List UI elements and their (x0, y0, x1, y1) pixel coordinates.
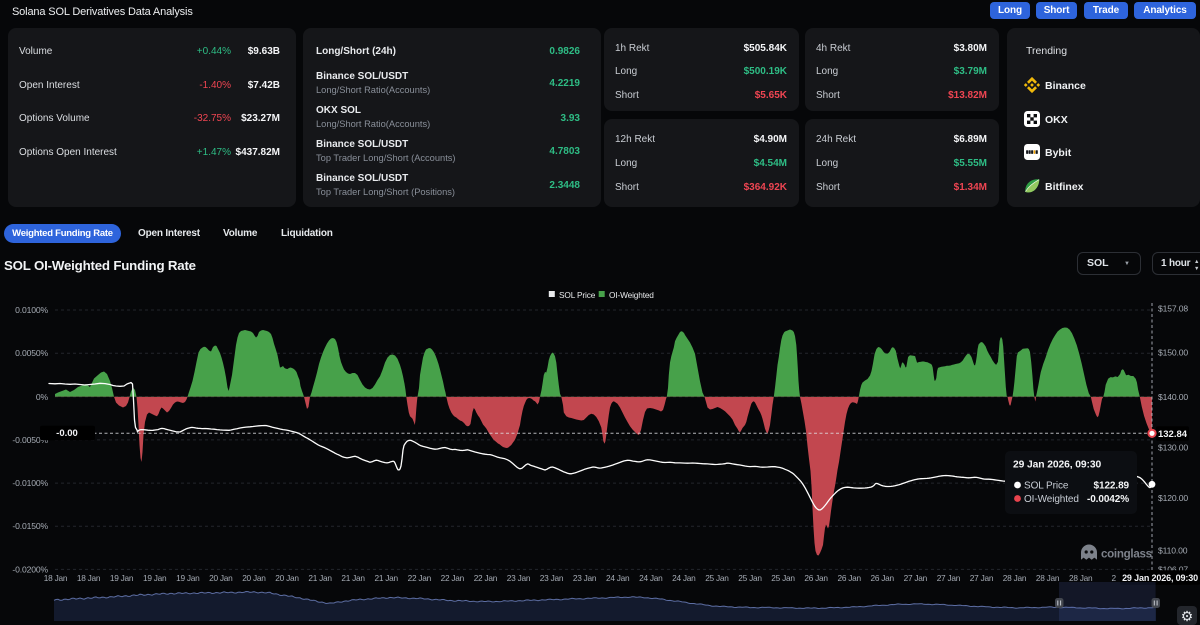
svg-text:22 Jan: 22 Jan (441, 573, 465, 583)
svg-text:18 Jan: 18 Jan (77, 573, 101, 583)
svg-text:19 Jan: 19 Jan (176, 573, 200, 583)
svg-text:-0.00: -0.00 (56, 428, 78, 439)
svg-text:-0.0150%: -0.0150% (12, 521, 48, 531)
svg-text:$110.00: $110.00 (1158, 546, 1188, 556)
svg-text:29 Jan 2026, 09:30: 29 Jan 2026, 09:30 (1122, 573, 1198, 583)
svg-text:$120.00: $120.00 (1158, 493, 1188, 503)
svg-text:0.0050%: 0.0050% (15, 348, 48, 358)
svg-text:21 Jan: 21 Jan (341, 573, 365, 583)
svg-text:24 Jan: 24 Jan (606, 573, 630, 583)
svg-text:$140.00: $140.00 (1158, 392, 1188, 402)
svg-text:2: 2 (1112, 573, 1117, 583)
svg-text:27 Jan: 27 Jan (937, 573, 961, 583)
svg-text:SOL Price: SOL Price (1024, 481, 1069, 492)
svg-text:28 Jan: 28 Jan (1036, 573, 1060, 583)
svg-text:21 Jan: 21 Jan (308, 573, 332, 583)
svg-text:$157.08: $157.08 (1158, 304, 1188, 314)
svg-text:132.84: 132.84 (1158, 429, 1188, 440)
svg-text:24 Jan: 24 Jan (639, 573, 663, 583)
svg-text:0%: 0% (36, 392, 49, 402)
svg-text:$150.00: $150.00 (1158, 347, 1188, 357)
svg-text:⚙: ⚙ (1181, 608, 1194, 624)
svg-text:19 Jan: 19 Jan (110, 573, 134, 583)
svg-text:coinglass: coinglass (1101, 548, 1152, 561)
svg-text:0.0100%: 0.0100% (15, 305, 48, 315)
svg-text:20 Jan: 20 Jan (275, 573, 299, 583)
svg-text:-0.0042%: -0.0042% (1087, 494, 1129, 505)
svg-text:27 Jan: 27 Jan (904, 573, 928, 583)
svg-text:26 Jan: 26 Jan (804, 573, 828, 583)
svg-text:23 Jan: 23 Jan (573, 573, 597, 583)
svg-text:$130.00: $130.00 (1158, 442, 1188, 452)
svg-text:25 Jan: 25 Jan (738, 573, 762, 583)
svg-text:22 Jan: 22 Jan (474, 573, 498, 583)
svg-text:25 Jan: 25 Jan (705, 573, 729, 583)
svg-text:23 Jan: 23 Jan (507, 573, 531, 583)
svg-text:28 Jan: 28 Jan (1069, 573, 1093, 583)
svg-text:18 Jan: 18 Jan (44, 573, 68, 583)
svg-text:28 Jan: 28 Jan (1003, 573, 1027, 583)
svg-text:25 Jan: 25 Jan (771, 573, 795, 583)
svg-text:OI-Weighted: OI-Weighted (1024, 494, 1079, 505)
svg-text:SOL Price: SOL Price (559, 290, 596, 300)
svg-text:OI-Weighted: OI-Weighted (609, 290, 654, 300)
svg-text:$122.89: $122.89 (1094, 481, 1130, 492)
svg-text:20 Jan: 20 Jan (242, 573, 266, 583)
svg-text:24 Jan: 24 Jan (672, 573, 696, 583)
svg-text:27 Jan: 27 Jan (970, 573, 994, 583)
svg-text:21 Jan: 21 Jan (374, 573, 398, 583)
svg-text:26 Jan: 26 Jan (837, 573, 861, 583)
svg-text:20 Jan: 20 Jan (209, 573, 233, 583)
svg-text:23 Jan: 23 Jan (540, 573, 564, 583)
svg-text:26 Jan: 26 Jan (870, 573, 894, 583)
svg-text:22 Jan: 22 Jan (408, 573, 432, 583)
svg-text:19 Jan: 19 Jan (143, 573, 167, 583)
svg-text:-0.0100%: -0.0100% (12, 478, 48, 488)
svg-text:29 Jan 2026, 09:30: 29 Jan 2026, 09:30 (1013, 460, 1101, 471)
